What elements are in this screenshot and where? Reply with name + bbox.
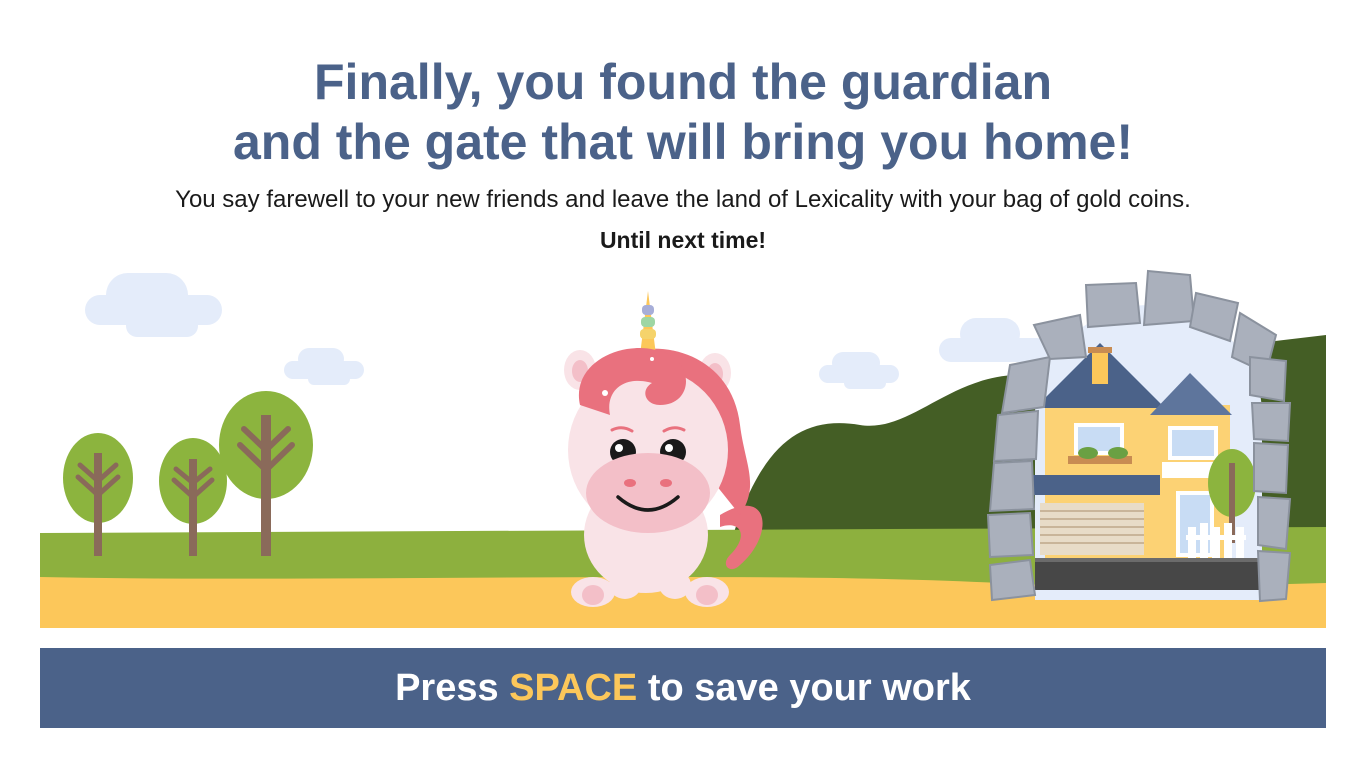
page-title: Finally, you found the guardian and the … — [0, 52, 1366, 172]
game-screen: Finally, you found the guardian and the … — [0, 0, 1366, 768]
stone-gate-arch — [986, 269, 1292, 603]
title-line-2: and the gate that will bring you home! — [232, 114, 1134, 170]
ending-scene — [40, 265, 1326, 628]
closing-message: Until next time! — [599, 227, 767, 253]
cloud-large-left — [85, 273, 222, 337]
save-prompt-prefix: Press — [395, 666, 510, 709]
title-line-1: Finally, you found the guardian — [314, 54, 1052, 110]
cloud-small-center — [819, 352, 899, 389]
farewell-message: You say farewell to your new friends and… — [175, 186, 1191, 213]
save-prompt: Press SPACE to save your work — [395, 667, 971, 710]
cloud-small-left — [284, 348, 364, 385]
cloud-right — [939, 318, 1049, 362]
save-prompt-bar[interactable]: Press SPACE to save your work — [40, 648, 1326, 728]
space-key-label: SPACE — [509, 666, 638, 709]
unicorn-guardian — [564, 291, 763, 607]
save-prompt-suffix: to save your work — [637, 666, 971, 709]
tree-3 — [219, 391, 313, 556]
